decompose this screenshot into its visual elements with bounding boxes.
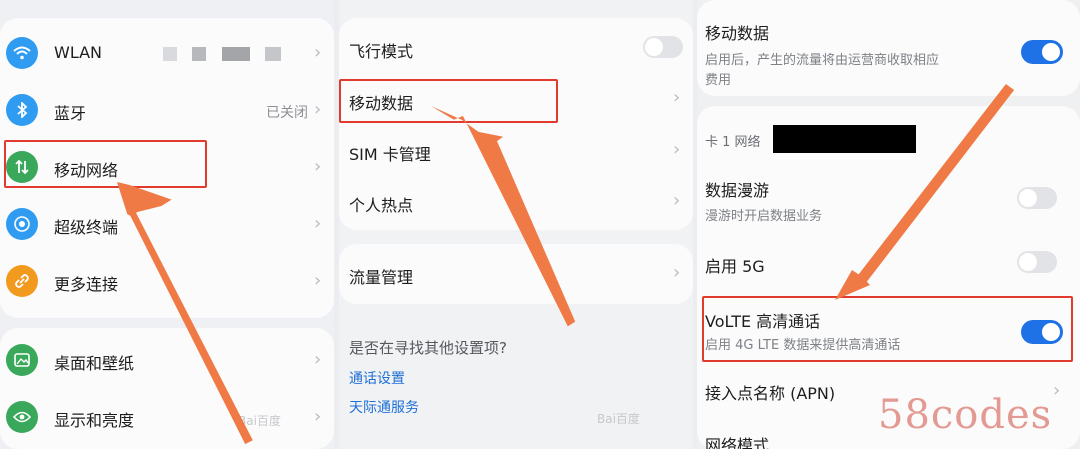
eye-icon xyxy=(6,401,38,433)
wallpaper-icon xyxy=(6,344,38,376)
sidebar-item-label: 显示和亮度 xyxy=(54,411,135,430)
bluetooth-icon xyxy=(6,94,38,126)
chevron-right-icon: › xyxy=(673,262,681,283)
watermark: Bai百度 xyxy=(238,414,281,428)
chevron-right-icon: › xyxy=(314,349,322,370)
settings-item-wallpaper[interactable]: 桌面和壁纸 › xyxy=(0,332,334,388)
site-watermark-logo: 58codes xyxy=(878,392,1053,438)
data-roaming-toggle[interactable] xyxy=(1017,187,1057,209)
data-roaming-desc: 漫游时开启数据业务 xyxy=(705,209,823,224)
settings-item-super-device[interactable]: 超级终端 › xyxy=(0,196,334,252)
traffic-management-label: 流量管理 xyxy=(349,268,414,287)
airplane-mode-label: 飞行模式 xyxy=(349,42,414,61)
wifi-icon xyxy=(6,37,38,69)
sim-management-row[interactable]: SIM 卡管理 › xyxy=(339,126,693,178)
data-roaming-row[interactable]: 数据漫游 漫游时开启数据业务 xyxy=(697,166,1080,226)
traffic-management-row[interactable]: 流量管理 › xyxy=(339,244,693,304)
skylink-service-link[interactable]: 天际通服务 xyxy=(349,397,419,417)
chevron-right-icon: › xyxy=(673,139,681,160)
traffic-card: 流量管理 › xyxy=(339,244,693,304)
enable-5g-toggle[interactable] xyxy=(1017,251,1057,273)
card-network-header: 卡 1 网络 xyxy=(705,135,761,150)
super-device-icon xyxy=(6,208,38,240)
network-mode-title: 网络模式 xyxy=(705,436,770,449)
mobile-data-toggle[interactable] xyxy=(1021,40,1063,64)
redacted-block xyxy=(222,47,250,61)
data-roaming-title: 数据漫游 xyxy=(705,181,770,200)
highlight-box xyxy=(339,79,558,123)
redacted-carrier xyxy=(773,125,916,153)
settings-item-display[interactable]: 显示和亮度 › xyxy=(0,389,334,445)
sidebar-item-label: 蓝牙 xyxy=(54,104,87,123)
link-icon xyxy=(6,265,38,297)
mobile-data-title: 移动数据 xyxy=(705,24,770,43)
mobile-data-desc: 启用后，产生的流量将由运营商收取相应 xyxy=(705,53,940,68)
settings-main-panel: WLAN › 蓝牙 已关闭 › 移动网络 › 超级终端 › 更多连接 › 桌面和… xyxy=(0,0,334,449)
chevron-right-icon: › xyxy=(673,87,681,108)
airplane-mode-row[interactable]: 飞行模式 xyxy=(339,18,693,72)
call-settings-link[interactable]: 通话设置 xyxy=(349,368,405,388)
display-card: 桌面和壁纸 › 显示和亮度 › xyxy=(0,328,334,449)
chevron-right-icon: › xyxy=(314,406,322,427)
sim-management-label: SIM 卡管理 xyxy=(349,145,431,164)
settings-item-wlan[interactable]: WLAN › xyxy=(0,25,334,81)
highlight-box xyxy=(4,140,207,188)
settings-item-more-connections[interactable]: 更多连接 › xyxy=(0,253,334,309)
settings-item-bluetooth[interactable]: 蓝牙 已关闭 › xyxy=(0,82,334,138)
sidebar-item-label: 更多连接 xyxy=(54,275,119,294)
mobile-data-desc-2: 费用 xyxy=(705,73,732,88)
chevron-right-icon: › xyxy=(314,99,322,120)
mobile-data-card: 移动数据 启用后，产生的流量将由运营商收取相应 费用 xyxy=(697,0,1080,96)
chevron-right-icon: › xyxy=(1053,380,1061,401)
network-options-card: 飞行模式 移动数据 › SIM 卡管理 › 个人热点 › xyxy=(339,18,693,230)
chevron-right-icon: › xyxy=(673,190,681,211)
bluetooth-status: 已关闭 xyxy=(266,105,308,121)
chevron-right-icon: › xyxy=(314,213,322,234)
search-suggestion-title: 是否在寻找其他设置项? xyxy=(349,339,507,357)
redacted-block xyxy=(163,47,177,61)
chevron-right-icon: › xyxy=(314,42,322,63)
mobile-data-panel: 移动数据 启用后，产生的流量将由运营商收取相应 费用 卡 1 网络 数据漫游 漫… xyxy=(697,0,1080,449)
sidebar-item-label: WLAN xyxy=(54,43,103,62)
chevron-right-icon: › xyxy=(314,156,322,177)
redacted-block xyxy=(265,47,281,61)
hotspot-label: 个人热点 xyxy=(349,196,414,215)
mobile-network-panel: 飞行模式 移动数据 › SIM 卡管理 › 个人热点 › 流量管理 › 是否在寻… xyxy=(339,0,693,449)
sidebar-item-label: 超级终端 xyxy=(54,218,119,237)
watermark: Bai百度 xyxy=(597,412,640,426)
sidebar-item-label: 桌面和壁纸 xyxy=(54,354,135,373)
highlight-box xyxy=(702,296,1073,362)
apn-title: 接入点名称 (APN) xyxy=(705,384,836,403)
hotspot-row[interactable]: 个人热点 › xyxy=(339,178,693,230)
chevron-right-icon: › xyxy=(314,270,322,291)
enable-5g-row[interactable]: 启用 5G xyxy=(697,240,1080,290)
airplane-mode-toggle[interactable] xyxy=(643,36,683,58)
enable-5g-title: 启用 5G xyxy=(705,257,765,276)
redacted-block xyxy=(192,47,206,61)
